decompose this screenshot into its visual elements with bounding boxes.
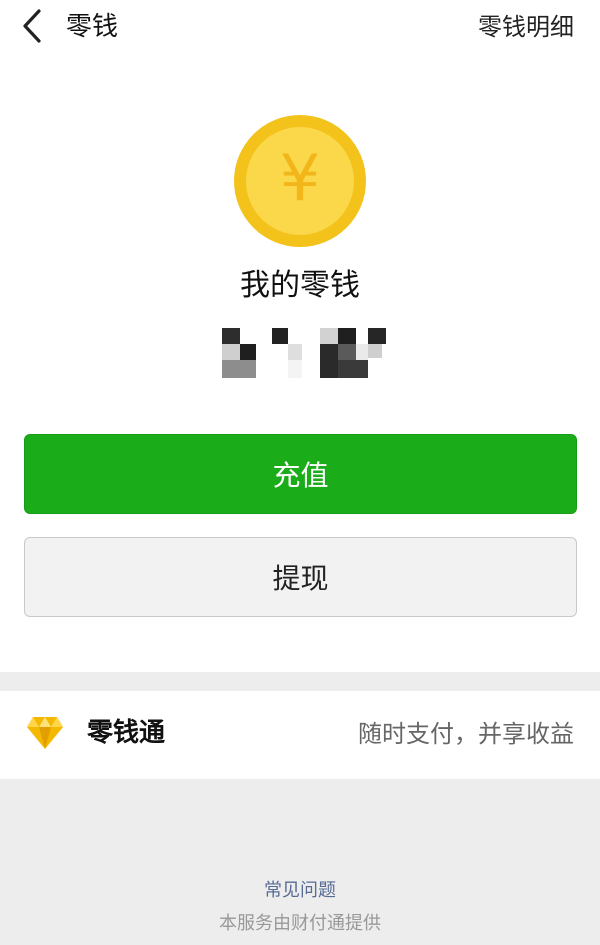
yuan-coin-icon: ¥ [234,115,366,247]
lingqiantong-description: 随时支付，并享收益 [358,720,574,748]
back-button[interactable] [12,6,52,46]
page-title: 零钱 [66,12,119,42]
balance-pixelated [222,328,386,378]
top-panel: 零钱 零钱明细 ¥ 我的零钱 充值 提现 [0,0,600,672]
navigation-bar: 零钱 零钱明细 [0,0,600,56]
wallet-title: 我的零钱 [240,268,360,303]
details-link[interactable]: 零钱明细 [478,10,574,44]
diamond-icon [27,717,63,749]
lingqiantong-row[interactable]: 零钱通 随时支付，并享收益 [0,691,600,779]
faq-link[interactable]: 常见问题 [0,878,600,904]
chevron-left-icon [23,9,41,43]
provider-text: 本服务由财付通提供 [219,913,381,934]
withdraw-button[interactable]: 提现 [24,537,577,617]
coin-symbol: ¥ [280,143,321,217]
lingqiantong-label: 零钱通 [87,718,166,748]
recharge-button[interactable]: 充值 [24,434,577,514]
wallet-page: 零钱 零钱明细 ¥ 我的零钱 充值 提现 零钱通 随时支付，并享收益 常见问题 … [0,0,600,945]
